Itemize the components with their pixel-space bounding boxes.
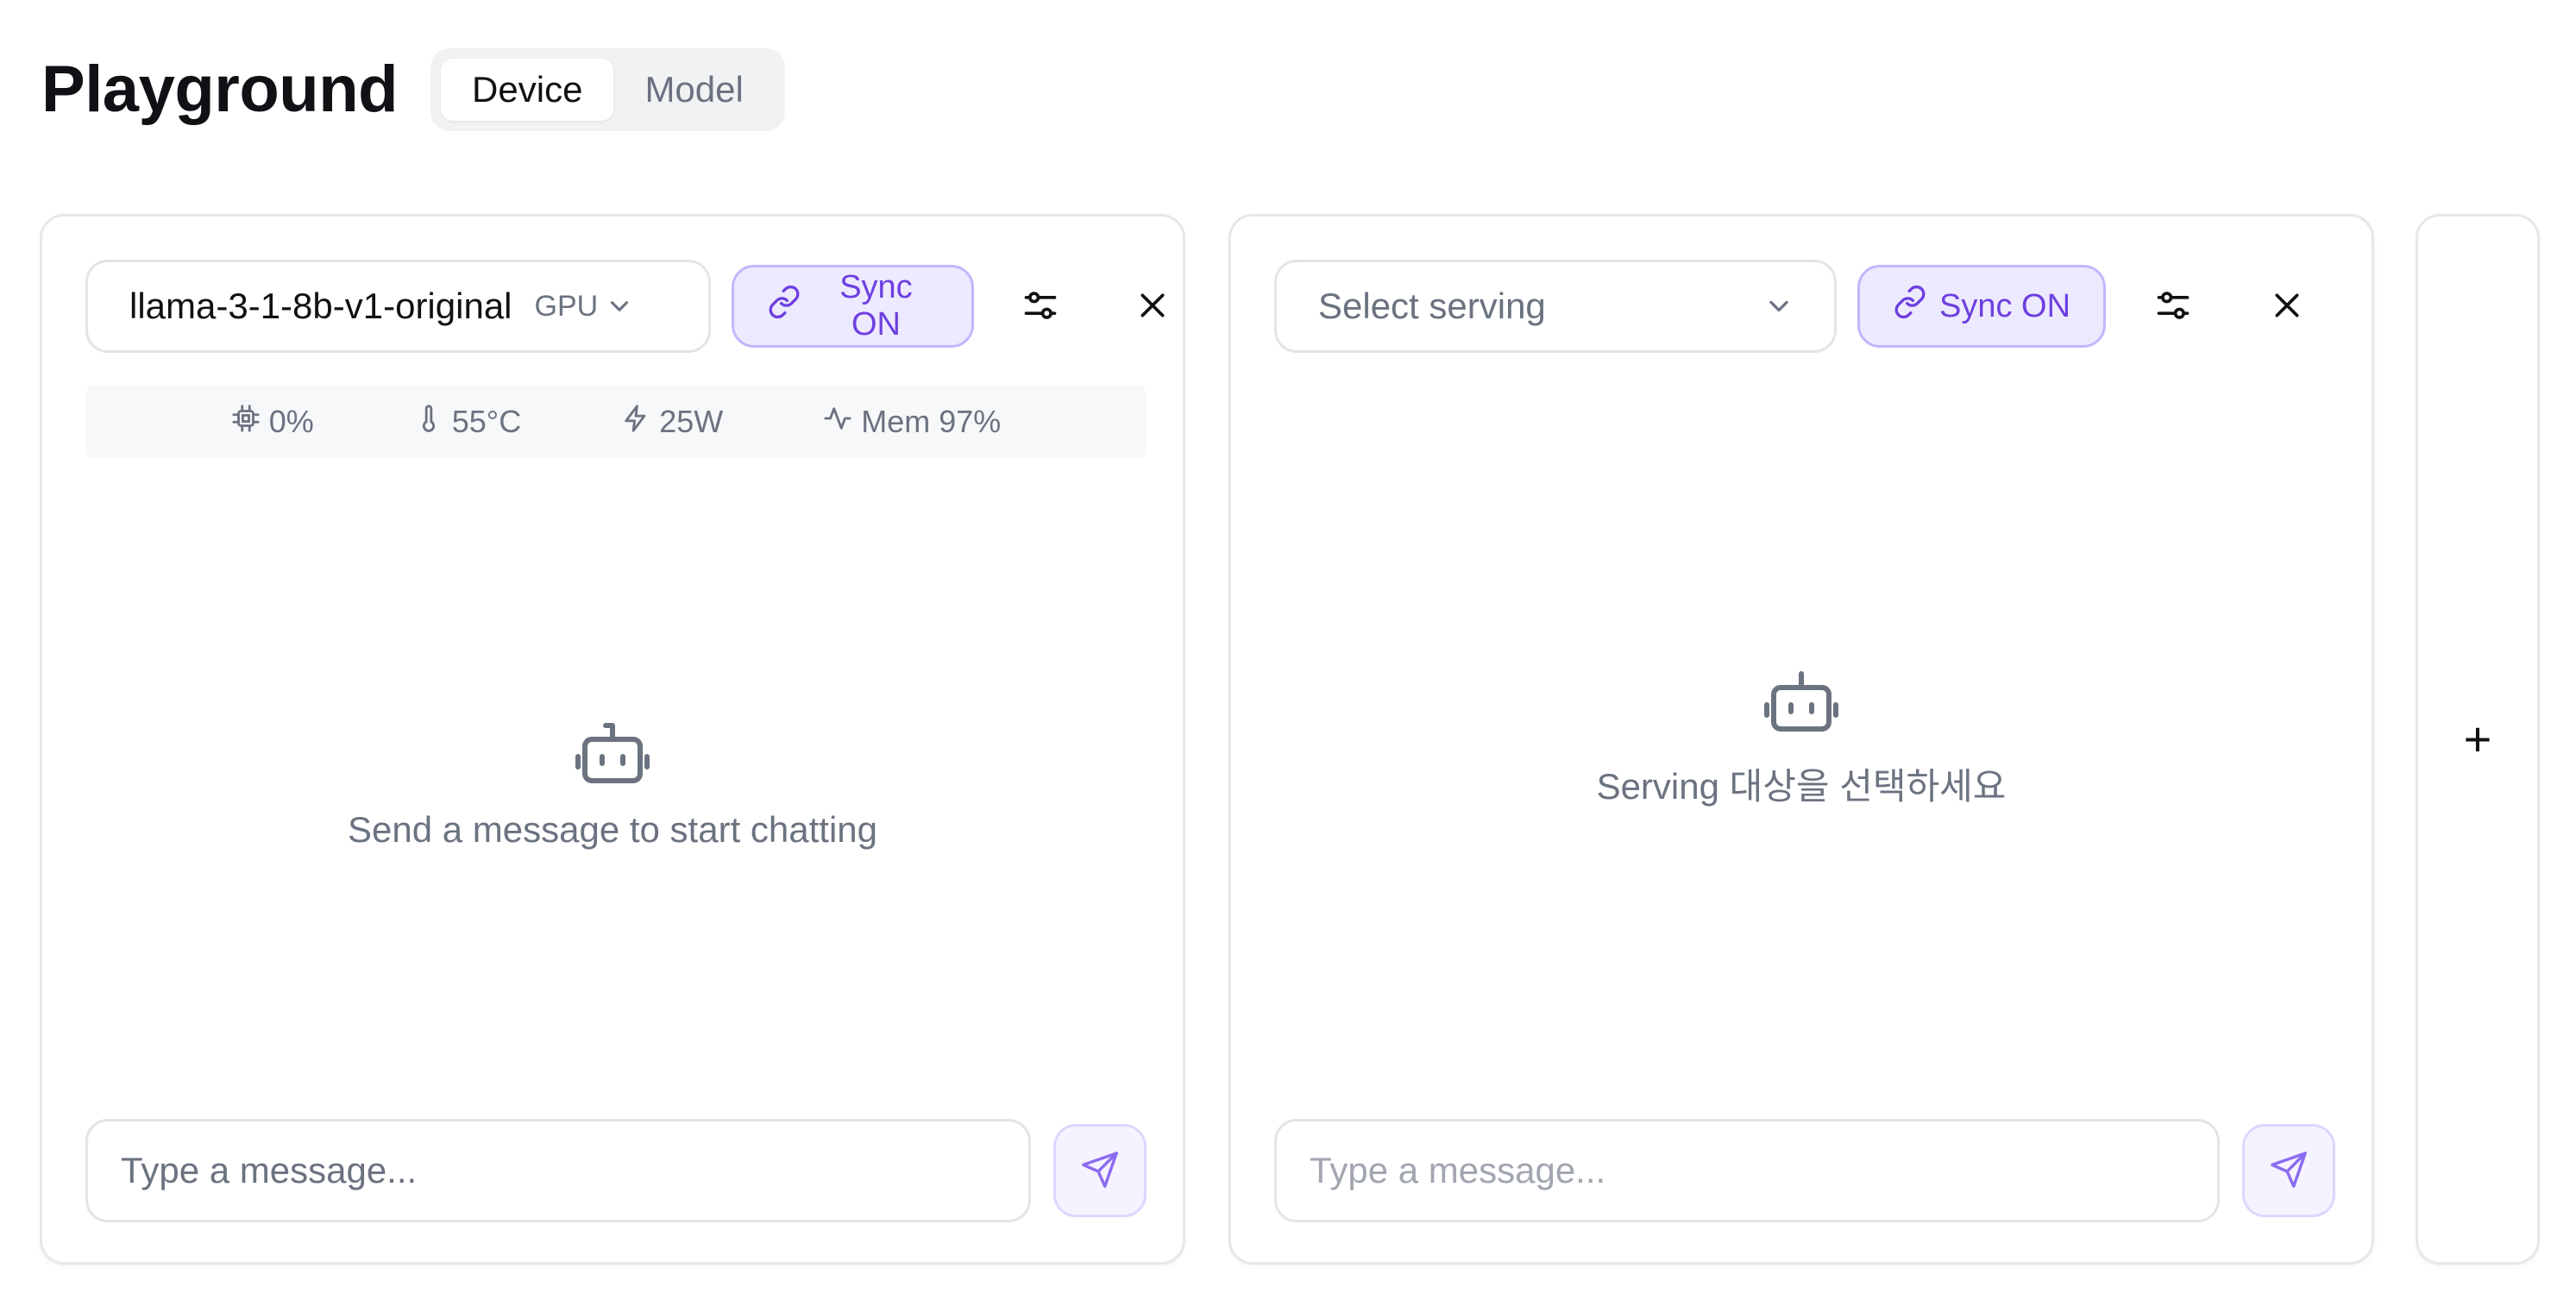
empty-message: Serving 대상을 선택하세요 — [1596, 766, 2007, 807]
sliders-icon — [2154, 286, 2192, 327]
page-title: Playground — [41, 53, 399, 126]
chat-panel-2: Select serving Sync ON Serving 대상을 선택하세요… — [1228, 214, 2374, 1265]
chip-icon — [231, 404, 261, 441]
serving-select[interactable]: Select serving — [1274, 260, 1837, 353]
stat-gpu-util: 0% — [231, 404, 314, 441]
bot-icon — [1760, 667, 1843, 740]
mode-segmented-control: Device Model — [430, 48, 785, 131]
chevron-down-icon — [605, 292, 634, 321]
panel-toolbar: llama-3-1-8b-v1-original GPU Sync ON — [85, 260, 1183, 353]
message-composer — [1274, 1119, 2335, 1222]
sync-label: Sync ON — [1939, 287, 2071, 324]
stat-power: 25W — [621, 404, 723, 441]
send-button[interactable] — [1053, 1124, 1147, 1217]
sync-toggle-button[interactable]: Sync ON — [1857, 265, 2107, 348]
message-composer — [85, 1119, 1147, 1222]
device-tag: GPU — [534, 289, 599, 323]
plus-icon[interactable]: + — [2459, 714, 2497, 764]
page-header: Playground Device Model — [41, 48, 785, 131]
empty-message: Send a message to start chatting — [347, 809, 878, 850]
add-panel-card[interactable]: + — [2416, 214, 2540, 1265]
send-icon — [1080, 1150, 1120, 1192]
close-panel-button[interactable] — [1122, 275, 1183, 337]
model-select[interactable]: llama-3-1-8b-v1-original GPU — [85, 260, 711, 353]
empty-state: Serving 대상을 선택하세요 — [1231, 667, 2372, 810]
link-icon — [1893, 285, 1927, 328]
sync-toggle-button[interactable]: Sync ON — [731, 265, 975, 348]
chevron-down-icon — [1763, 291, 1794, 322]
chat-panel-1: llama-3-1-8b-v1-original GPU Sync ON 0% … — [40, 214, 1185, 1265]
send-button[interactable] — [2242, 1124, 2335, 1217]
stat-temperature: 55°C — [414, 404, 521, 441]
link-icon — [767, 285, 801, 328]
close-icon — [1135, 288, 1170, 325]
activity-icon — [823, 404, 852, 441]
settings-button[interactable] — [1010, 275, 1071, 337]
empty-state: Send a message to start chatting — [42, 719, 1183, 851]
thermometer-icon — [414, 404, 443, 441]
serving-select-placeholder: Select serving — [1318, 286, 1546, 326]
device-stats-bar: 0% 55°C 25W Mem 97% — [85, 386, 1147, 458]
send-icon — [2269, 1150, 2309, 1192]
message-input[interactable] — [85, 1119, 1031, 1222]
panel-toolbar: Select serving Sync ON — [1274, 260, 2372, 353]
sync-label: Sync ON — [839, 269, 913, 342]
close-icon — [2270, 288, 2304, 325]
bolt-icon — [621, 404, 650, 441]
settings-button[interactable] — [2142, 275, 2204, 337]
sliders-icon — [1021, 286, 1059, 327]
message-input[interactable] — [1274, 1119, 2220, 1222]
tab-device[interactable]: Device — [441, 59, 614, 121]
selected-model: llama-3-1-8b-v1-original — [129, 286, 512, 326]
tab-model[interactable]: Model — [613, 59, 774, 121]
bot-icon — [571, 719, 654, 792]
stat-memory: Mem 97% — [823, 404, 1001, 441]
close-panel-button[interactable] — [2256, 275, 2318, 337]
